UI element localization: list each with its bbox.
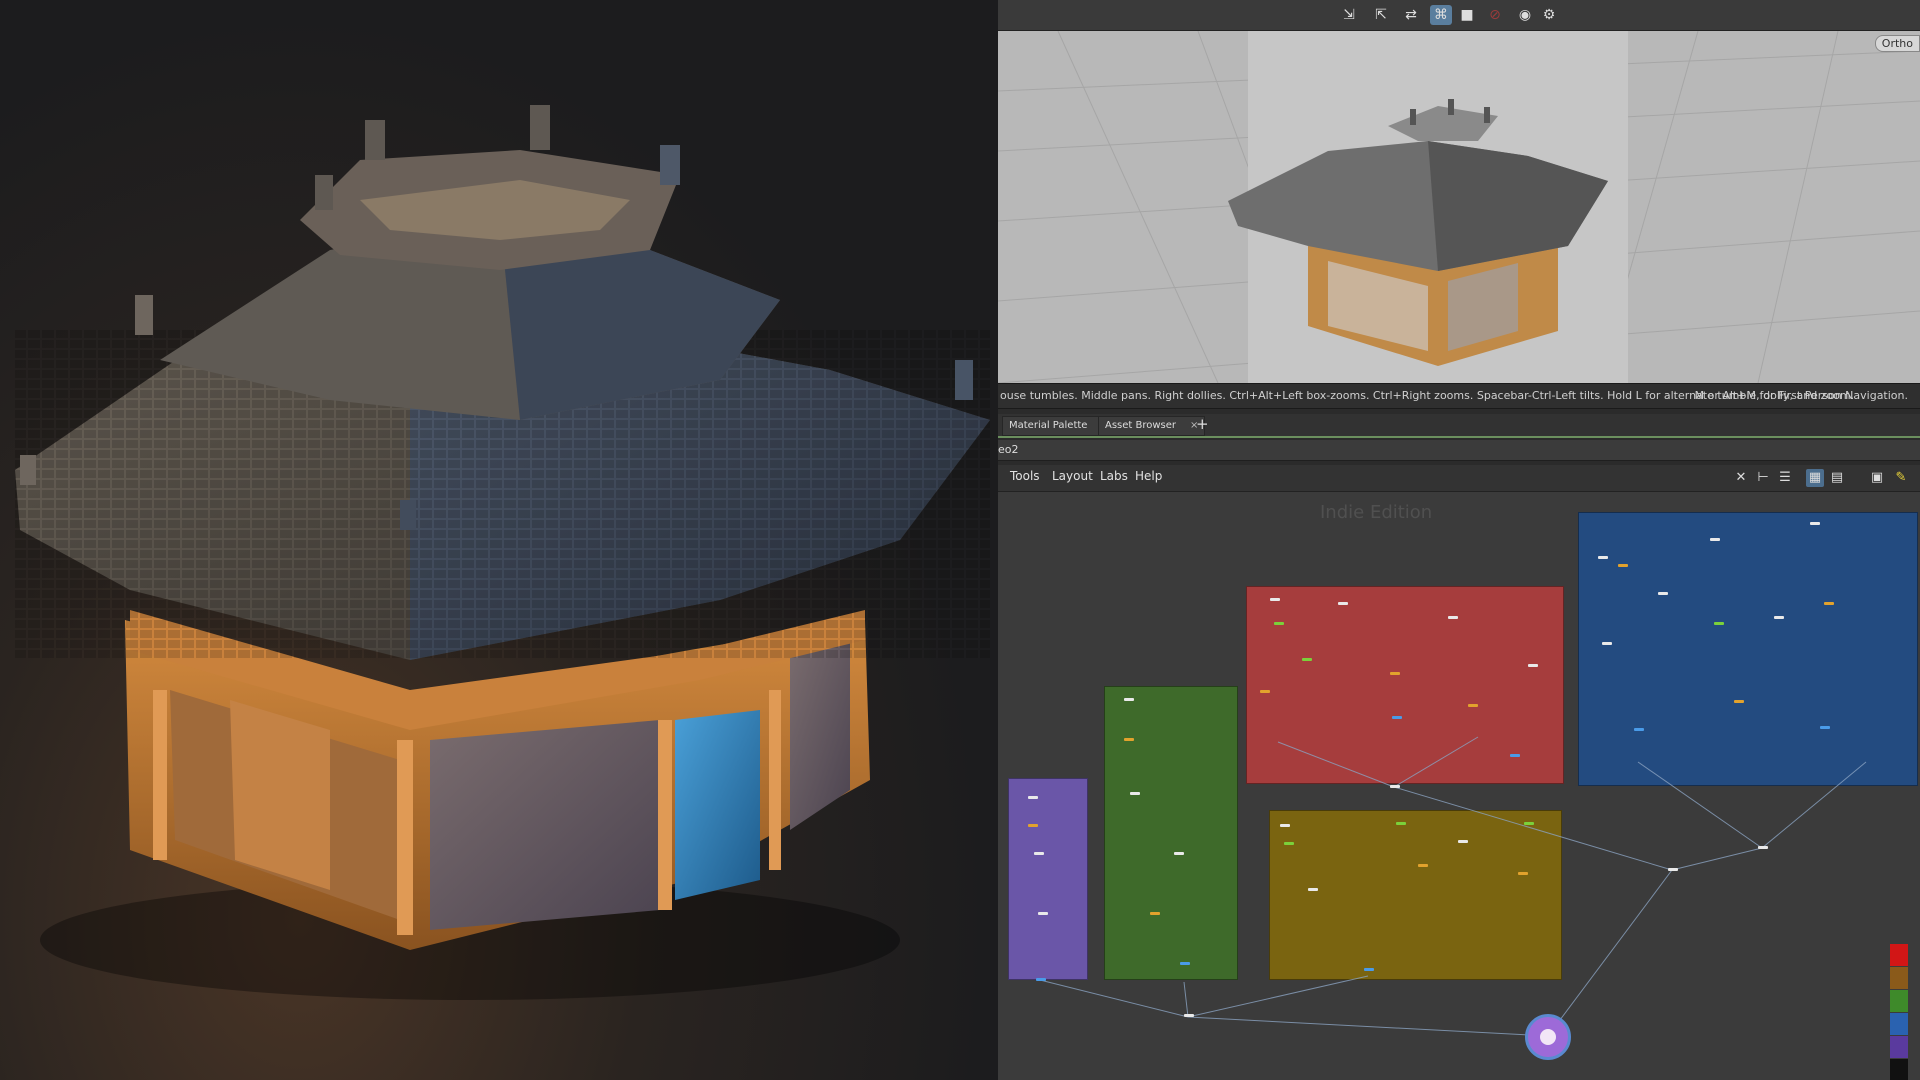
tab-asset-browser[interactable]: Asset Browser ×	[1098, 416, 1206, 436]
color-swatch-red[interactable]	[1890, 944, 1908, 966]
node[interactable]	[1618, 564, 1628, 567]
node[interactable]	[1390, 785, 1400, 788]
color-swatch-blue[interactable]	[1890, 1013, 1908, 1035]
sticky-note-icon[interactable]: ✎	[1892, 469, 1910, 487]
node[interactable]	[1274, 622, 1284, 625]
node[interactable]	[1284, 842, 1294, 845]
node[interactable]	[1280, 824, 1290, 827]
node[interactable]	[1302, 658, 1312, 661]
pagoda-render	[15, 105, 990, 1000]
node[interactable]	[1038, 912, 1048, 915]
network-menubar: Tools Layout Labs Help ✕ ⊢ ☰ ▦ ▤ ▣ ✎	[998, 465, 1920, 492]
node[interactable]	[1028, 796, 1038, 799]
node[interactable]	[1774, 616, 1784, 619]
node[interactable]	[1418, 864, 1428, 867]
node[interactable]	[1036, 978, 1046, 981]
first-person-hint: M or Alt+M for First Person Navigation.	[1694, 389, 1908, 402]
color-swatch-purple[interactable]	[1890, 1036, 1908, 1058]
color-swatch-black[interactable]	[1890, 1059, 1908, 1080]
menu-help[interactable]: Help	[1135, 469, 1162, 483]
node[interactable]	[1468, 704, 1478, 707]
select-icon[interactable]: ⇲	[1338, 5, 1360, 25]
window-icon[interactable]: ▣	[1868, 469, 1886, 487]
node[interactable]	[1528, 664, 1538, 667]
node[interactable]	[1668, 868, 1678, 871]
ortho-label[interactable]: Ortho	[1874, 35, 1920, 52]
viewport-toolbar: ⇲ ⇱ ⇄ ⌘ ■ ⊘ ◉ ⚙	[998, 0, 1920, 31]
node[interactable]	[1150, 912, 1160, 915]
tab-label: Asset Browser	[1105, 420, 1177, 431]
node[interactable]	[1270, 598, 1280, 601]
node[interactable]	[1448, 616, 1458, 619]
node[interactable]	[1734, 700, 1744, 703]
node[interactable]	[1392, 716, 1402, 719]
menu-tools[interactable]: Tools	[1010, 469, 1040, 483]
output-node[interactable]	[1525, 1014, 1571, 1060]
node[interactable]	[1364, 968, 1374, 971]
node[interactable]	[1174, 852, 1184, 855]
node[interactable]	[1034, 852, 1044, 855]
settings-icon[interactable]: ⚙	[1538, 5, 1560, 25]
menu-labs[interactable]: Labs	[1100, 469, 1128, 483]
tree-icon[interactable]: ⊢	[1754, 469, 1772, 487]
node[interactable]	[1758, 846, 1768, 849]
pane-tabs: Material Palette× Asset Browser× +	[998, 414, 1920, 438]
node[interactable]	[1028, 824, 1038, 827]
color-swatch-green[interactable]	[1890, 990, 1908, 1012]
node[interactable]	[1124, 698, 1134, 701]
tab-label: Material Palette	[1009, 420, 1088, 431]
output-node-indicator	[1540, 1029, 1556, 1045]
node[interactable]	[1458, 840, 1468, 843]
node[interactable]	[1634, 728, 1644, 731]
houdini-pane: ⇲ ⇱ ⇄ ⌘ ■ ⊘ ◉ ⚙ Ortho ouse tumbles. Midd…	[998, 0, 1920, 1080]
node[interactable]	[1308, 888, 1318, 891]
menu-layout[interactable]: Layout	[1052, 469, 1093, 483]
table-icon[interactable]: ▤	[1828, 469, 1846, 487]
network-path[interactable]: eo2	[998, 443, 1019, 456]
node[interactable]	[1710, 538, 1720, 541]
network-wires	[1039, 736, 1867, 1037]
node[interactable]	[1824, 602, 1834, 605]
node[interactable]	[1602, 642, 1612, 645]
no-entry-icon[interactable]: ⊘	[1484, 5, 1506, 25]
color-swatch-brown[interactable]	[1890, 967, 1908, 989]
camera-icon[interactable]: ◉	[1514, 5, 1536, 25]
node[interactable]	[1714, 622, 1724, 625]
snap-icon[interactable]: ⌘	[1430, 5, 1452, 25]
node[interactable]	[1524, 822, 1534, 825]
node[interactable]	[1180, 962, 1190, 965]
node[interactable]	[1510, 754, 1520, 757]
transform-icon[interactable]: ⇄	[1400, 5, 1422, 25]
list-icon[interactable]: ☰	[1776, 469, 1794, 487]
node[interactable]	[1518, 872, 1528, 875]
render-preview	[0, 0, 998, 1080]
viewport-model	[1228, 99, 1608, 366]
node[interactable]	[1184, 1014, 1194, 1017]
node[interactable]	[1130, 792, 1140, 795]
status-bar: ouse tumbles. Middle pans. Right dollies…	[998, 383, 1920, 409]
node[interactable]	[1658, 592, 1668, 595]
node[interactable]	[1810, 522, 1820, 525]
wrench-icon[interactable]: ✕	[1732, 469, 1750, 487]
grid-icon[interactable]: ▦	[1806, 469, 1824, 487]
add-tab-button[interactable]: +	[1196, 415, 1209, 433]
pose-icon[interactable]: ⇱	[1370, 5, 1392, 25]
node-network[interactable]: Indie Edition	[998, 492, 1920, 1080]
network-path-bar[interactable]: eo2	[998, 440, 1920, 461]
node[interactable]	[1598, 556, 1608, 559]
node[interactable]	[1396, 822, 1406, 825]
scene-viewport[interactable]: Ortho	[998, 31, 1920, 383]
node[interactable]	[1338, 602, 1348, 605]
node[interactable]	[1124, 738, 1134, 741]
node[interactable]	[1390, 672, 1400, 675]
record-icon[interactable]: ■	[1456, 5, 1478, 25]
node[interactable]	[1820, 726, 1830, 729]
node[interactable]	[1260, 690, 1270, 693]
